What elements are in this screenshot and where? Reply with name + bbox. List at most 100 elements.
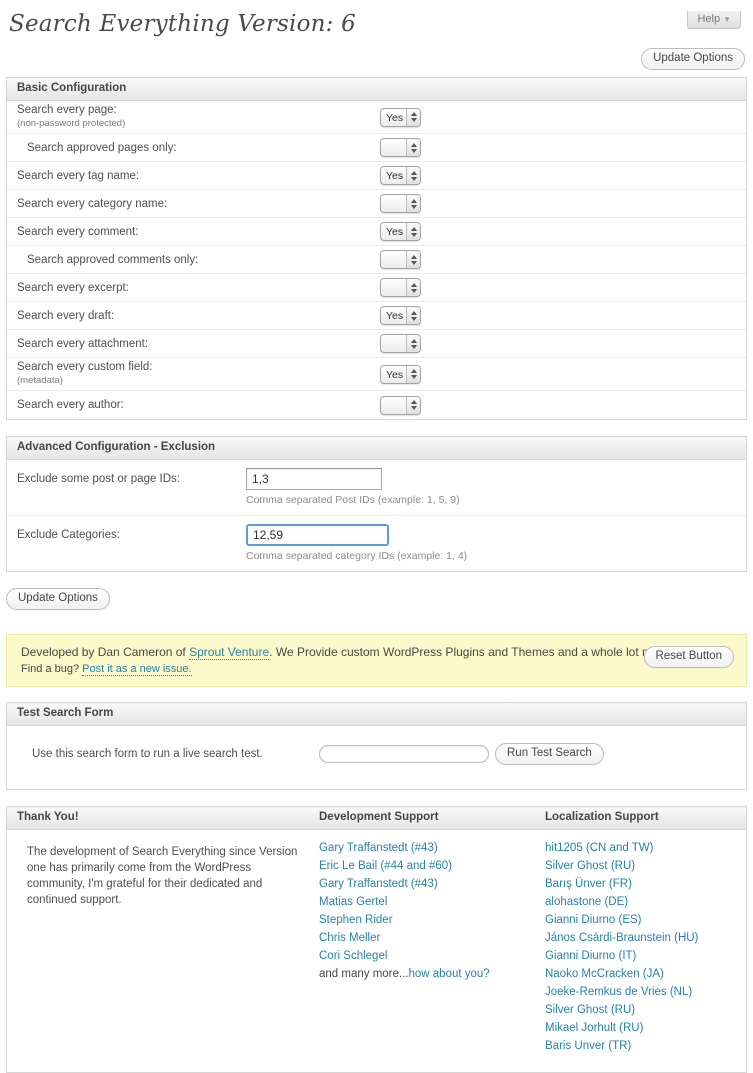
select-value: Yes	[381, 167, 406, 184]
select-value: Yes	[381, 307, 406, 324]
yes-no-select[interactable]: Yes	[380, 108, 421, 127]
select-value: Yes	[381, 223, 406, 240]
setting-label: Exclude Categories:	[17, 524, 246, 562]
thank-you-section: Thank You! Development Support Localizat…	[6, 806, 747, 1073]
contributor-link[interactable]: Gary Traffanstedt (#43)	[319, 842, 545, 854]
select-stepper-icon	[406, 366, 420, 383]
translator-link[interactable]: Silver Ghost (RU)	[545, 1004, 746, 1016]
test-search-input[interactable]	[319, 745, 489, 763]
yes-no-select[interactable]	[380, 138, 421, 157]
helper-text: Comma separated category IDs (example: 1…	[246, 550, 467, 562]
advanced-configuration-section: Advanced Configuration - Exclusion Exclu…	[6, 436, 747, 572]
setting-label: Search every comment:	[17, 226, 138, 238]
contributor-link[interactable]: Gary Traffanstedt (#43)	[319, 878, 545, 890]
setting-row: Search every attachment:	[7, 330, 746, 358]
setting-label: Search every tag name:	[17, 170, 139, 182]
setting-row: Exclude Categories: Comma separated cate…	[7, 516, 746, 571]
update-options-button-bottom[interactable]: Update Options	[6, 588, 110, 610]
development-support-list: Gary Traffanstedt (#43) Eric Le Bail (#4…	[319, 842, 545, 1058]
test-form-description: Use this search form to run a live searc…	[17, 748, 319, 760]
translator-link[interactable]: alohastone (DE)	[545, 896, 746, 908]
select-stepper-icon	[406, 195, 420, 212]
notice-text: Find a bug?	[21, 663, 82, 675]
setting-label: Search approved comments only:	[27, 254, 198, 266]
post-new-issue-link[interactable]: Post it as a new issue.	[82, 663, 191, 676]
select-value	[381, 397, 406, 414]
yes-no-select[interactable]	[380, 278, 421, 297]
select-stepper-icon	[406, 335, 420, 352]
setting-row: Search every category name:	[7, 190, 746, 218]
notice-text: Developed by Dan Cameron of	[21, 645, 189, 659]
setting-label: Search every page:	[17, 104, 117, 116]
setting-row: Search every custom field:(metadata) Yes	[7, 358, 746, 391]
contributor-link[interactable]: Matias Gertel	[319, 896, 545, 908]
setting-label: Search every draft:	[17, 310, 114, 322]
setting-label: Search every attachment:	[17, 338, 148, 350]
thank-you-title: Thank You!	[7, 807, 319, 829]
select-value	[381, 195, 406, 212]
select-stepper-icon	[406, 167, 420, 184]
localization-support-list: hit1205 (CN and TW) Silver Ghost (RU) Ba…	[545, 842, 746, 1058]
setting-label: Search approved pages only:	[27, 142, 177, 154]
section-title: Basic Configuration	[7, 78, 746, 101]
contributor-link[interactable]: Stephen Rider	[319, 914, 545, 926]
translator-link[interactable]: János Csárdi-Braunstein (HU)	[545, 932, 746, 944]
select-stepper-icon	[406, 397, 420, 414]
translator-link[interactable]: hit1205 (CN and TW)	[545, 842, 746, 854]
translator-link[interactable]: Joeke-Remkus de Vries (NL)	[545, 986, 746, 998]
select-stepper-icon	[406, 109, 420, 126]
setting-row: Search approved pages only:	[7, 134, 746, 162]
yes-no-select[interactable]	[380, 194, 421, 213]
setting-sublabel: (non-password protected)	[17, 118, 380, 130]
setting-label: Search every custom field:	[17, 361, 153, 373]
notice-line2: Find a bug? Post it as a new issue.	[21, 663, 732, 675]
setting-row: Search every page: (non-password protecte…	[7, 101, 746, 134]
contributor-link[interactable]: Chris Meller	[319, 932, 545, 944]
sprout-venture-link[interactable]: Sprout Venture	[189, 645, 269, 660]
translator-link[interactable]: Gianni Diurno (ES)	[545, 914, 746, 926]
yes-no-select[interactable]	[380, 396, 421, 415]
basic-configuration-section: Basic Configuration Search every page: (n…	[6, 77, 747, 420]
translator-link[interactable]: Barış Ünver (FR)	[545, 878, 746, 890]
translator-link[interactable]: Baris Unver (TR)	[545, 1040, 746, 1052]
setting-label: Search every excerpt:	[17, 282, 129, 294]
more-contributors-line: and many more...how about you?	[319, 968, 545, 980]
select-value	[381, 279, 406, 296]
yes-no-select[interactable]	[380, 250, 421, 269]
run-test-search-button[interactable]: Run Test Search	[495, 743, 604, 765]
notice-line1: Developed by Dan Cameron of Sprout Ventu…	[21, 645, 732, 659]
development-support-title: Development Support	[319, 807, 545, 829]
thank-you-paragraph: The development of Search Everything sin…	[7, 842, 319, 1058]
translator-link[interactable]: Gianni Diurno (IT)	[545, 950, 746, 962]
select-stepper-icon	[406, 307, 420, 324]
help-label: Help	[697, 13, 720, 25]
contributor-link[interactable]: Eric Le Bail (#44 and #60)	[319, 860, 545, 872]
reset-button[interactable]: Reset Button	[644, 646, 734, 668]
more-text: and many more...	[319, 968, 408, 980]
test-search-form-section: Test Search Form Use this search form to…	[6, 702, 747, 790]
yes-no-select[interactable]: Yes	[380, 222, 421, 241]
yes-no-select[interactable]	[380, 334, 421, 353]
select-value	[381, 139, 406, 156]
setting-row: Search approved comments only:	[7, 246, 746, 274]
setting-row: Search every author:	[7, 391, 746, 419]
translator-link[interactable]: Silver Ghost (RU)	[545, 860, 746, 872]
setting-row: Exclude some post or page IDs: Comma sep…	[7, 460, 746, 516]
translator-link[interactable]: Naoko McCracken (JA)	[545, 968, 746, 980]
update-options-button-top[interactable]: Update Options	[641, 48, 745, 70]
developer-notice: Developed by Dan Cameron of Sprout Ventu…	[6, 634, 747, 687]
exclude-categories-input[interactable]	[246, 524, 389, 546]
yes-no-select[interactable]: Yes	[380, 365, 421, 384]
translator-link[interactable]: Mikael Jorhult (RU)	[545, 1022, 746, 1034]
how-about-you-link[interactable]: how about you?	[408, 968, 489, 980]
helper-text: Comma separated Post IDs (example: 1, 5,…	[246, 494, 460, 506]
select-stepper-icon	[406, 139, 420, 156]
select-value	[381, 251, 406, 268]
setting-label: Exclude some post or page IDs:	[17, 468, 246, 506]
contributor-link[interactable]: Cori Schlegel	[319, 950, 545, 962]
yes-no-select[interactable]: Yes	[380, 306, 421, 325]
section-title: Test Search Form	[7, 703, 746, 726]
yes-no-select[interactable]: Yes	[380, 166, 421, 185]
help-button[interactable]: Help▼	[687, 11, 741, 29]
exclude-post-ids-input[interactable]	[246, 468, 382, 490]
